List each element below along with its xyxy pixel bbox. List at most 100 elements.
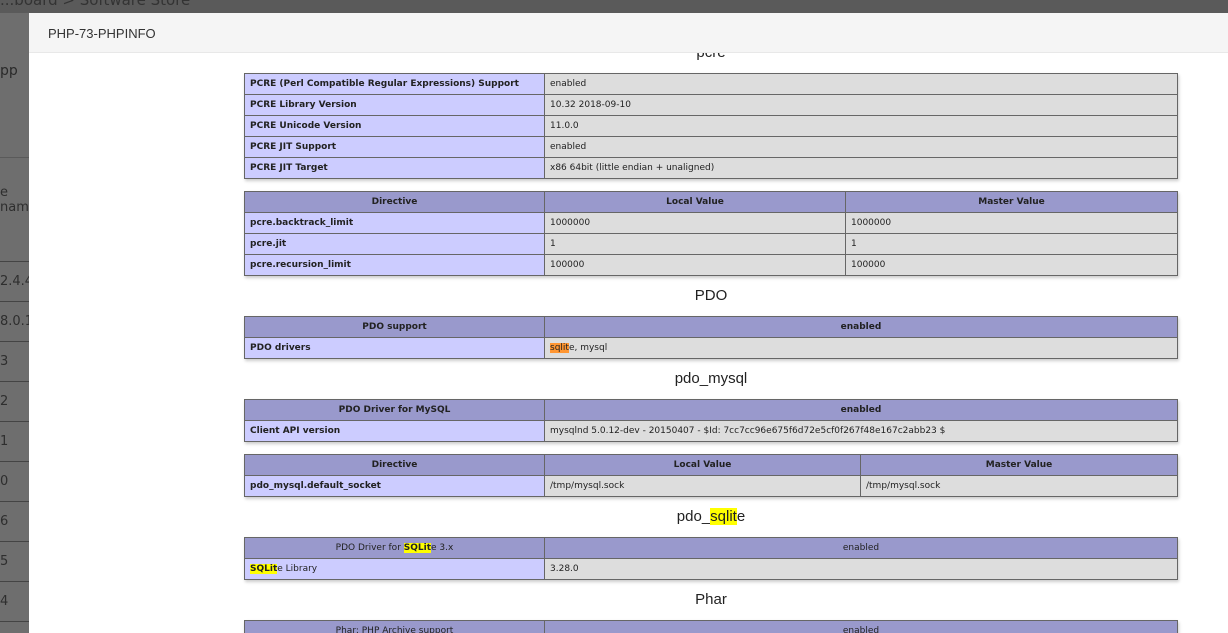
search-match-highlight: SQLit <box>403 543 432 553</box>
background-row: 3 <box>0 341 29 382</box>
header-cell: Local Value <box>544 454 861 476</box>
section-heading-pdo-mysql: pdo_mysql <box>674 370 748 387</box>
master-value-cell: 1000000 <box>845 212 1178 234</box>
background-page: pp e nam 2.4.4 8.0.1 3 2 1 0 6 5 4 <box>0 13 29 633</box>
pcre-directives-table: Directive Local Value Master Value pcre.bac… <box>244 191 1178 276</box>
background-row: 6 <box>0 501 29 542</box>
header-cell: Directive <box>244 191 545 213</box>
background-column-header: e nam <box>0 185 29 215</box>
label-cell: PCRE JIT Support <box>244 136 545 158</box>
value-cell: 10.32 2018-09-10 <box>544 94 1178 116</box>
value-cell: mysqlnd 5.0.12-dev - 20150407 - $Id: 7cc… <box>544 420 1178 442</box>
label-text: e Library <box>277 564 318 574</box>
background-row: 1 <box>0 421 29 462</box>
local-value-cell: 1 <box>544 233 846 255</box>
table-row: SQLite Library 3.28.0 <box>244 558 1178 580</box>
background-row: 2.4.4 <box>0 261 29 302</box>
master-value-cell: /tmp/mysql.sock <box>860 475 1178 497</box>
background-row: 8.0.1 <box>0 301 29 342</box>
table-row: PCRE JIT Target x86 64bit (little endian … <box>244 157 1178 179</box>
header-cell: PDO Driver for MySQL <box>244 399 545 421</box>
pdo-sqlite-table: PDO Driver for SQLite 3.x enabled SQLite … <box>244 537 1178 580</box>
value-cell: sqlite, mysql <box>544 337 1178 359</box>
background-row <box>0 621 29 633</box>
section-heading-phar: Phar <box>695 591 727 608</box>
label-cell: PCRE Unicode Version <box>244 115 545 137</box>
table-row: PCRE JIT Support enabled <box>244 136 1178 158</box>
value-cell: enabled <box>544 136 1178 158</box>
header-cell: Phar: PHP Archive support <box>244 620 545 633</box>
background-row: 5 <box>0 541 29 582</box>
value-cell: x86 64bit (little endian + unaligned) <box>544 157 1178 179</box>
phpinfo-modal: PHP-73-PHPINFO pcre PCRE (Perl Compatibl… <box>29 13 1228 633</box>
table-row: pdo_mysql.default_socket/tmp/mysql.sock /… <box>244 475 1178 497</box>
search-match-highlight: SQLit <box>250 564 278 574</box>
pdo-mysql-directives-table: Directive Local Value Master Value pdo_mysq… <box>244 454 1178 497</box>
phpinfo-content[interactable]: pcre PCRE (Perl Compatible Regular Expre… <box>29 53 1228 633</box>
label-cell: PCRE (Perl Compatible Regular Expression… <box>244 73 545 95</box>
label-cell: Client API version <box>244 420 545 442</box>
pcre-info-table: PCRE (Perl Compatible Regular Expression… <box>244 73 1178 179</box>
background-row: 4 <box>0 581 29 622</box>
table-row: PCRE (Perl Compatible Regular Expression… <box>244 73 1178 95</box>
value-cell: 11.0.0 <box>544 115 1178 137</box>
section-heading-pdo-sqlite: pdo_sqlite <box>244 508 1178 525</box>
directive-name-cell: pcre.recursion_limit <box>244 254 545 276</box>
local-value-cell: 1000000 <box>544 212 846 234</box>
value-cell: enabled <box>544 73 1178 95</box>
directive-name-cell: pdo_mysql.default_socket <box>244 475 545 497</box>
table-header-row: PDO Driver for SQLite 3.x enabled <box>244 537 1178 559</box>
header-cell: enabled <box>544 316 1178 338</box>
master-value-cell: 100000 <box>845 254 1178 276</box>
section-heading-pcre: pcre <box>244 53 1178 61</box>
heading-text: e <box>736 508 746 525</box>
header-cell: Master Value <box>845 191 1178 213</box>
label-cell: PCRE Library Version <box>244 94 545 116</box>
table-row: PDO drivers sqlite, mysql <box>244 337 1178 359</box>
directive-name-cell: pcre.jit <box>244 233 545 255</box>
search-match-highlight: sqlit <box>710 508 737 525</box>
app-topbar: ...board > Software Store <box>0 0 1228 13</box>
header-cell: enabled <box>544 537 1178 559</box>
table-row: pcre.recursion_limit 100000 100000 <box>244 254 1178 276</box>
modal-title: PHP-73-PHPINFO <box>48 26 156 41</box>
background-app-label: pp <box>0 63 18 79</box>
label-cell: SQLite Library <box>244 558 545 580</box>
table-header-row: Directive Local Value Master Value <box>244 191 1178 213</box>
background-row: 0 <box>0 461 29 502</box>
modal-header: PHP-73-PHPINFO <box>29 13 1228 53</box>
local-value-cell: /tmp/mysql.sock <box>544 475 861 497</box>
header-text: e 3.x <box>431 543 454 553</box>
table-row: Client API version mysqlnd 5.0.12-dev - 2… <box>244 420 1178 442</box>
pdo-table: PDO support enabled PDO drivers sqlite, my… <box>244 316 1178 359</box>
table-row: pcre.jit 1 1 <box>244 233 1178 255</box>
table-header-row: PDO support enabled <box>244 316 1178 338</box>
table-row: PCRE Unicode Version 11.0.0 <box>244 115 1178 137</box>
header-cell: PDO support <box>244 316 545 338</box>
header-cell: enabled <box>544 399 1178 421</box>
pdo-mysql-table: PDO Driver for MySQL enabled Client API ve… <box>244 399 1178 442</box>
section-heading-pdo: PDO <box>694 287 728 304</box>
table-header-row: Directive Local Value Master Value <box>244 454 1178 476</box>
table-header-row: Phar: PHP Archive support enabled <box>244 620 1178 633</box>
table-row: PCRE Library Version 10.32 2018-09-10 <box>244 94 1178 116</box>
label-cell: PCRE JIT Target <box>244 157 545 179</box>
directive-name-cell: pcre.backtrack_limit <box>244 212 545 234</box>
current-match-highlight: sqlit <box>550 343 569 353</box>
header-text: PDO Driver for <box>335 543 404 553</box>
table-row: pcre.backtrack_limit 1000000 1000000 <box>244 212 1178 234</box>
value-cell: 3.28.0 <box>544 558 1178 580</box>
breadcrumb: ...board > Software Store <box>0 0 191 9</box>
header-cell: enabled <box>544 620 1178 633</box>
value-text: e, mysql <box>568 343 608 353</box>
header-cell: PDO Driver for SQLite 3.x <box>244 537 545 559</box>
heading-text: pdo_ <box>676 508 711 525</box>
header-cell: Master Value <box>860 454 1178 476</box>
local-value-cell: 100000 <box>544 254 846 276</box>
table-header-row: PDO Driver for MySQL enabled <box>244 399 1178 421</box>
phar-table: Phar: PHP Archive support enabled <box>244 620 1178 633</box>
background-row: 2 <box>0 381 29 422</box>
header-cell: Local Value <box>544 191 846 213</box>
master-value-cell: 1 <box>845 233 1178 255</box>
label-cell: PDO drivers <box>244 337 545 359</box>
